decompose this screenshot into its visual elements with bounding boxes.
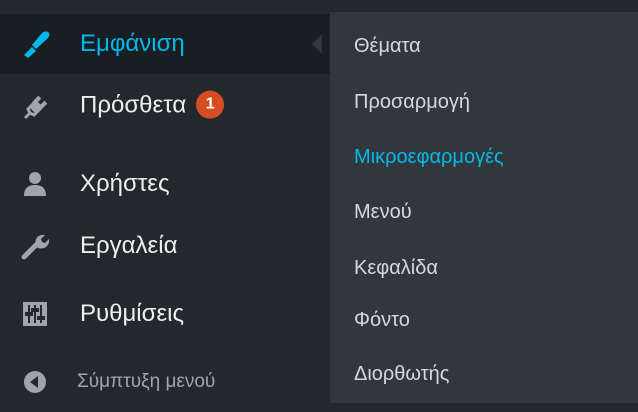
submenu-item-menus[interactable]: Μενού [354, 201, 412, 224]
menu-item-label: Ρυθμίσεις [80, 300, 185, 327]
admin-menu-screenshot: Εμφάνιση Πρόσθετα 1 Χρήστες Εργαλεία Ρυθ… [0, 0, 638, 403]
menu-item-users[interactable]: Χρήστες [0, 154, 330, 214]
menu-item-tools[interactable]: Εργαλεία [0, 216, 330, 276]
submenu-item-background[interactable]: Φόντο [354, 309, 410, 332]
menu-item-label: Εργαλεία [80, 232, 178, 259]
submenu-item-editor[interactable]: Διορθωτής [354, 363, 449, 386]
menu-item-settings[interactable]: Ρυθμίσεις [0, 284, 330, 344]
settings-icon [18, 297, 52, 331]
menu-item-plugins[interactable]: Πρόσθετα 1 [0, 76, 330, 136]
collapse-icon [18, 365, 52, 399]
paintbrush-icon [18, 27, 52, 61]
appearance-submenu: Θέματα Προσαρμογή Μικροεφαρμογές Μενού Κ… [330, 12, 638, 403]
submenu-item-themes[interactable]: Θέματα [354, 35, 421, 58]
submenu-item-header[interactable]: Κεφαλίδα [354, 257, 438, 280]
wrench-icon [18, 229, 52, 263]
menu-item-label: Πρόσθετα [80, 91, 187, 119]
menu-item-label: Εμφάνιση [80, 30, 185, 57]
users-icon [18, 167, 52, 201]
menu-item-label: Σύμπτυξη μενού [77, 371, 216, 392]
admin-sidebar: Εμφάνιση Πρόσθετα 1 Χρήστες Εργαλεία Ρυθ… [0, 0, 330, 403]
update-count-badge: 1 [196, 90, 225, 119]
submenu-item-customize[interactable]: Προσαρμογή [354, 91, 470, 114]
submenu-item-widgets[interactable]: Μικροεφαρμογές [354, 146, 504, 169]
submenu-pointer-arrow [312, 34, 322, 54]
menu-item-label: Χρήστες [80, 170, 170, 197]
plugin-icon [18, 89, 52, 123]
menu-item-appearance[interactable]: Εμφάνιση [0, 14, 330, 74]
collapse-menu-button[interactable]: Σύμπτυξη μενού [0, 352, 330, 412]
